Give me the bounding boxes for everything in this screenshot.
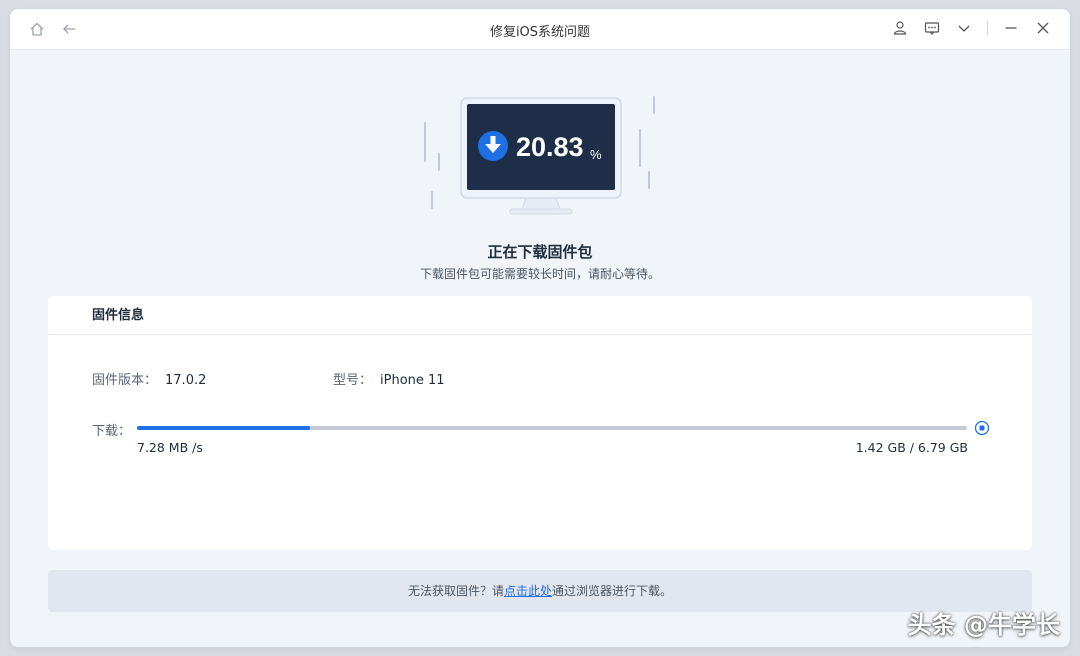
status-title: 正在下载固件包 <box>487 243 593 261</box>
app-window: 修复iOS系统问题 20.83 % 正在下载固件包 下载固件包可能需要较长时间，… <box>10 9 1070 647</box>
feedback-icon[interactable] <box>923 19 941 37</box>
firmware-info-card: 固件信息 固件版本： 17.0.2 型号： iPhone 11 下载： 7.28 M… <box>48 296 1032 550</box>
download-size: 1.42 GB / 6.79 GB <box>855 440 968 455</box>
minimize-icon[interactable] <box>1002 19 1020 37</box>
window-controls <box>891 19 1052 37</box>
monitor-illustration: 20.83 % <box>460 97 622 215</box>
download-label: 下载： <box>92 424 132 439</box>
firmware-version-value: 17.0.2 <box>165 373 207 388</box>
model-row: 型号： iPhone 11 <box>333 369 445 388</box>
watermark: 头条 @牛学长 <box>907 611 1060 639</box>
card-title: 固件信息 <box>48 296 1032 335</box>
close-icon[interactable] <box>1034 19 1052 37</box>
download-status-area: 20.83 % 正在下载固件包 下载固件包可能需要较长时间，请耐心等待。 <box>10 49 1070 289</box>
model-value: iPhone 11 <box>380 373 445 388</box>
download-progress-bar <box>137 426 967 430</box>
download-speed: 7.28 MB /s <box>137 440 203 455</box>
download-arrow-icon <box>478 131 508 161</box>
progress-unit: % <box>590 147 602 162</box>
model-label: 型号： <box>333 373 373 388</box>
download-progress-fill <box>137 426 310 430</box>
decor-line <box>653 96 655 114</box>
decor-line <box>639 129 641 167</box>
chevron-down-icon[interactable] <box>955 19 973 37</box>
decor-line <box>438 153 440 171</box>
browser-download-hint: 无法获取固件？请点击此处通过浏览器进行下载。 <box>48 570 1032 612</box>
hint-prefix: 无法获取固件？请 <box>407 584 504 598</box>
title-bar: 修复iOS系统问题 <box>10 9 1070 50</box>
status-subtitle: 下载固件包可能需要较长时间，请耐心等待。 <box>419 267 660 281</box>
firmware-version-label: 固件版本： <box>92 373 158 388</box>
decor-line <box>424 122 426 162</box>
click-here-link[interactable]: 点击此处 <box>504 584 552 598</box>
progress-percent: 20.83 <box>516 132 584 162</box>
stop-download-icon[interactable] <box>974 420 990 436</box>
hint-suffix: 通过浏览器进行下载。 <box>552 584 673 598</box>
user-icon[interactable] <box>891 19 909 37</box>
decor-line <box>648 171 650 189</box>
firmware-version-row: 固件版本： 17.0.2 <box>92 369 206 388</box>
divider <box>987 21 988 35</box>
decor-line <box>431 191 433 209</box>
